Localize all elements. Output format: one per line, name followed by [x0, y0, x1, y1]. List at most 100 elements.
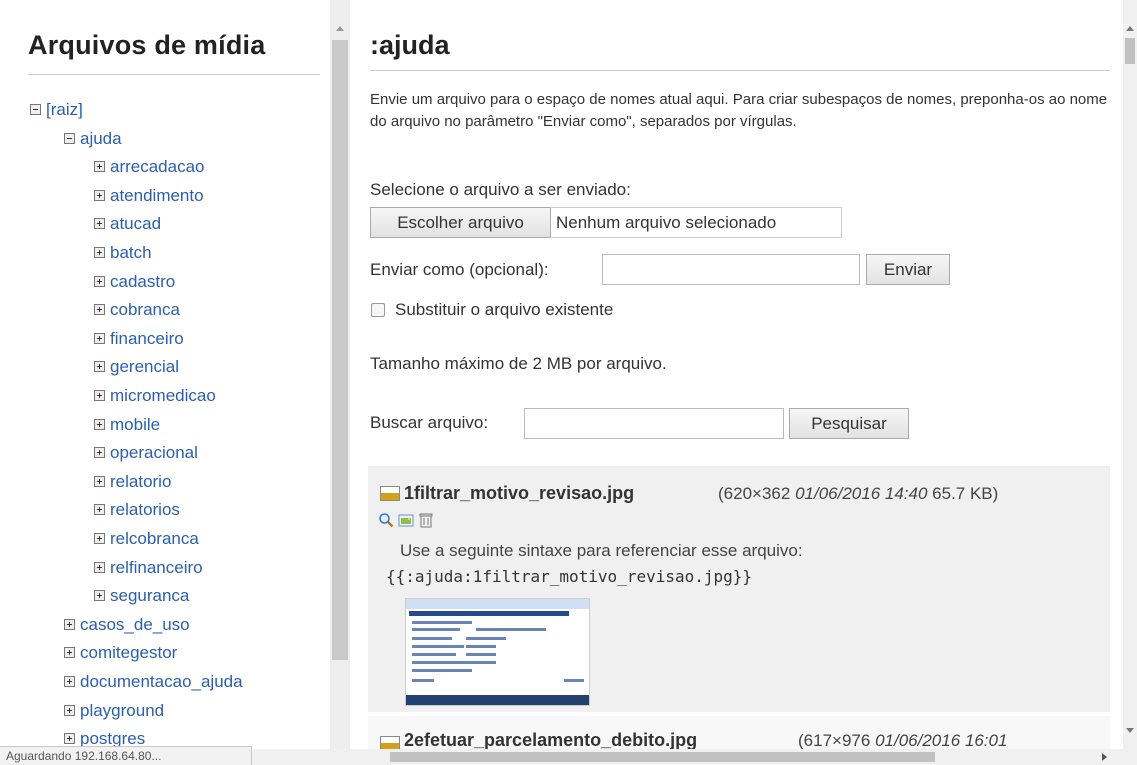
- collapse-toggle-icon[interactable]: [64, 133, 75, 145]
- expand-toggle-icon[interactable]: [94, 504, 105, 516]
- horizontal-scrollbar-thumb[interactable]: [390, 752, 935, 762]
- tree-item-label[interactable]: cobranca: [110, 300, 180, 319]
- tree-item-label[interactable]: relfinanceiro: [110, 558, 203, 577]
- tree-item-label[interactable]: gerencial: [110, 357, 179, 376]
- tree-item[interactable]: atendimento: [94, 185, 204, 207]
- horizontal-scrollbar[interactable]: [250, 749, 1123, 765]
- file-name-link[interactable]: 1filtrar_motivo_revisao.jpg: [404, 483, 634, 504]
- tree-item-label[interactable]: seguranca: [110, 586, 189, 605]
- tree-item[interactable]: arrecadacao: [94, 156, 205, 178]
- file-name-link[interactable]: 2efetuar_parcelamento_debito.jpg: [404, 730, 697, 751]
- send-button[interactable]: Enviar: [866, 254, 950, 285]
- expand-toggle-icon[interactable]: [94, 276, 105, 288]
- delete-file-icon[interactable]: [418, 512, 434, 528]
- tree-item-label[interactable]: ajuda: [80, 129, 122, 148]
- tree-item-label[interactable]: financeiro: [110, 329, 184, 348]
- scroll-right-arrow-icon[interactable]: [1102, 753, 1107, 761]
- tree-item-label[interactable]: micromedicao: [110, 386, 216, 405]
- expand-toggle-icon[interactable]: [94, 533, 105, 545]
- file-dimensions: (620×362: [718, 484, 791, 503]
- tree-item[interactable]: playground: [64, 700, 164, 722]
- expand-toggle-icon[interactable]: [64, 647, 75, 659]
- expand-toggle-icon[interactable]: [64, 733, 75, 745]
- tree-item-label[interactable]: batch: [110, 243, 152, 262]
- tree-item-label[interactable]: cadastro: [110, 272, 175, 291]
- send-as-input[interactable]: [602, 254, 860, 285]
- right-scrollbar[interactable]: [1123, 0, 1137, 765]
- tree-item-label[interactable]: comitegestor: [80, 643, 177, 662]
- tree-item[interactable]: ajuda: [64, 128, 122, 150]
- expand-toggle-icon[interactable]: [94, 562, 105, 574]
- tree-item[interactable]: operacional: [94, 442, 198, 464]
- search-file-input[interactable]: [524, 408, 784, 439]
- tree-item-label[interactable]: [raiz]: [46, 100, 83, 119]
- collapse-toggle-icon[interactable]: [30, 104, 41, 116]
- expand-toggle-icon[interactable]: [94, 218, 105, 230]
- scroll-up-arrow-icon[interactable]: [336, 26, 344, 31]
- tree-item-label[interactable]: relatorios: [110, 500, 180, 519]
- title-divider: [370, 70, 1110, 71]
- expand-toggle-icon[interactable]: [94, 333, 105, 345]
- expand-toggle-icon[interactable]: [94, 361, 105, 373]
- tree-item[interactable]: mobile: [94, 414, 160, 436]
- file-date: 01/06/2016 14:40: [795, 484, 928, 503]
- left-scrollbar[interactable]: [330, 0, 350, 765]
- search-button[interactable]: Pesquisar: [789, 408, 909, 439]
- expand-toggle-icon[interactable]: [64, 619, 75, 631]
- expand-toggle-icon[interactable]: [94, 419, 105, 431]
- file-dimensions: (617×976: [798, 731, 871, 750]
- tree-item[interactable]: relfinanceiro: [94, 557, 203, 579]
- tree-item-label[interactable]: arrecadacao: [110, 157, 205, 176]
- replace-existing-checkbox[interactable]: [371, 303, 385, 317]
- tree-item[interactable]: gerencial: [94, 356, 179, 378]
- upload-instructions: Envie um arquivo para o espaço de nomes …: [370, 91, 1108, 130]
- expand-toggle-icon[interactable]: [94, 304, 105, 316]
- tree-item-label[interactable]: relatorio: [110, 472, 171, 491]
- magnify-icon[interactable]: [378, 512, 394, 528]
- tree-item[interactable]: batch: [94, 242, 152, 264]
- tree-item[interactable]: [raiz]: [30, 99, 83, 121]
- tree-item[interactable]: seguranca: [94, 585, 189, 607]
- tree-item[interactable]: micromedicao: [94, 385, 216, 407]
- choose-file-button[interactable]: Escolher arquivo: [370, 207, 551, 238]
- tree-item[interactable]: relcobranca: [94, 528, 199, 550]
- tree-item-label[interactable]: playground: [80, 701, 164, 720]
- tree-item[interactable]: relatorio: [94, 471, 171, 493]
- right-scrollbar-thumb[interactable]: [1125, 38, 1135, 64]
- tree-item[interactable]: financeiro: [94, 328, 184, 350]
- expand-toggle-icon[interactable]: [64, 705, 75, 717]
- scroll-down-arrow-icon[interactable]: [1126, 728, 1134, 733]
- send-as-label: Enviar como (opcional):: [370, 260, 549, 279]
- expand-toggle-icon[interactable]: [64, 676, 75, 688]
- tree-item-label[interactable]: relcobranca: [110, 529, 199, 548]
- image-thumbnail[interactable]: [405, 598, 590, 706]
- tree-item-label[interactable]: documentacao_ajuda: [80, 672, 243, 691]
- tree-item-label[interactable]: casos_de_uso: [80, 615, 190, 634]
- media-tree-panel: Arquivos de mídia [raiz] ajuda arrecadacao…: [0, 0, 330, 765]
- expand-toggle-icon[interactable]: [94, 190, 105, 202]
- tree-item[interactable]: relatorios: [94, 499, 180, 521]
- expand-toggle-icon[interactable]: [94, 247, 105, 259]
- tree-item[interactable]: atucad: [94, 213, 161, 235]
- scroll-up-arrow-icon[interactable]: [1126, 26, 1134, 31]
- image-edit-icon[interactable]: [398, 512, 414, 528]
- file-size: 65.7 KB): [932, 484, 999, 503]
- tree-item[interactable]: cobranca: [94, 299, 180, 321]
- tree-item[interactable]: comitegestor: [64, 642, 177, 664]
- tree-item[interactable]: documentacao_ajuda: [64, 671, 243, 693]
- tree-item-label[interactable]: atendimento: [110, 186, 204, 205]
- expand-toggle-icon[interactable]: [94, 447, 105, 459]
- tree-item-label[interactable]: atucad: [110, 214, 161, 233]
- title-divider: [28, 74, 320, 75]
- tree-item[interactable]: cadastro: [94, 271, 175, 293]
- expand-toggle-icon[interactable]: [94, 476, 105, 488]
- browser-status-bar: Aguardando 192.168.64.80...: [0, 746, 252, 765]
- syntax-code: {{:ajuda:1filtrar_motivo_revisao.jpg}}: [386, 567, 753, 586]
- tree-item[interactable]: casos_de_uso: [64, 614, 190, 636]
- left-scrollbar-thumb[interactable]: [332, 40, 348, 660]
- tree-item-label[interactable]: operacional: [110, 443, 198, 462]
- expand-toggle-icon[interactable]: [94, 590, 105, 602]
- expand-toggle-icon[interactable]: [94, 161, 105, 173]
- expand-toggle-icon[interactable]: [94, 390, 105, 402]
- tree-item-label[interactable]: mobile: [110, 415, 160, 434]
